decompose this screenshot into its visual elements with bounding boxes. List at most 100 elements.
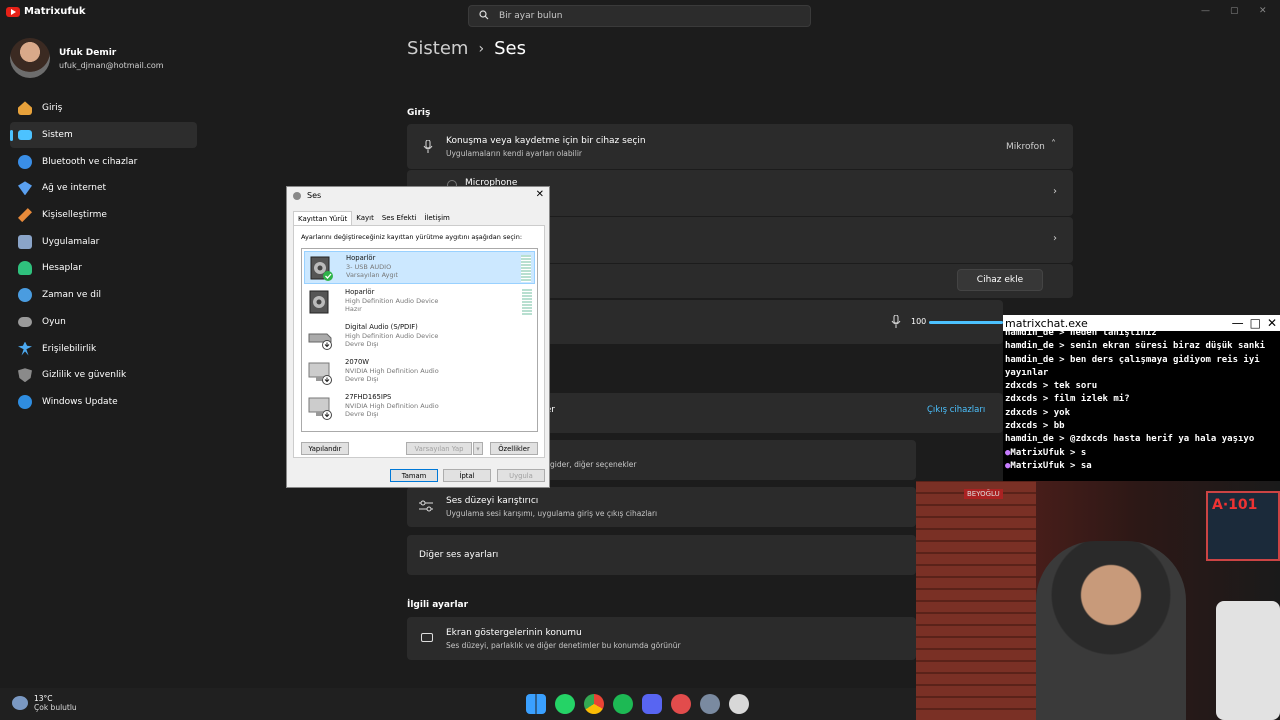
device-item[interactable]: Hoparlör High Definition Audio Device Ha…: [304, 286, 535, 319]
mixer-title: Ses düzeyi karıştırıcı: [446, 496, 539, 506]
sidebar-item-personalization[interactable]: Kişiselleştirme: [10, 202, 197, 229]
close-button[interactable]: ✕: [1259, 6, 1267, 16]
tab-recording[interactable]: Kayıt: [352, 211, 378, 226]
channel-name: Matrixufuk: [24, 6, 86, 17]
chevron-right-icon[interactable]: ›: [1053, 186, 1057, 197]
stream-channel-badge: Matrixufuk: [6, 6, 86, 17]
search-icon: [479, 9, 489, 23]
close-icon[interactable]: ✕: [536, 189, 544, 200]
device-desc: High Definition Audio Device: [345, 297, 439, 305]
device-item[interactable]: 27FHD165IPS NVIDIA High Definition Audio…: [304, 391, 535, 424]
weather-desc: Çok bulutlu: [34, 703, 77, 712]
partial-sub: gider, diğer seçenekler: [550, 460, 637, 469]
sidebar-item-label: Zaman ve dil: [42, 290, 101, 301]
chat-line-text: MatrixUfuk > sa: [1010, 460, 1092, 471]
volume-value: 100: [911, 317, 927, 326]
search-input[interactable]: Bir ayar bulun: [468, 5, 811, 27]
sidebar-item-accessibility[interactable]: Erişilebilirlik: [10, 335, 197, 362]
mixer-icon: [419, 500, 433, 515]
device-name: 27FHD165IPS: [345, 393, 392, 401]
windows-start-icon[interactable]: [526, 694, 546, 714]
configure-button[interactable]: Yapılandır: [301, 442, 349, 455]
chat-line: zdxcds > tek soru: [1005, 381, 1098, 392]
close-icon[interactable]: ✕: [1267, 316, 1277, 330]
maximize-icon[interactable]: □: [1250, 316, 1261, 330]
overlay-position-card[interactable]: Ekran göstergelerinin konumu Ses düzeyi,…: [407, 617, 916, 660]
sidebar-item-apps[interactable]: Uygulamalar: [10, 228, 197, 255]
minimize-icon[interactable]: —: [1232, 316, 1244, 330]
monitor-device-icon: [308, 397, 332, 420]
ok-button[interactable]: Tamam: [390, 469, 438, 482]
sidebar-item-network[interactable]: Ağ ve internet: [10, 175, 197, 202]
sidebar-item-sistem[interactable]: Sistem: [10, 121, 197, 149]
profile-email: ufuk_djman@hotmail.com: [59, 61, 164, 70]
chair: [1216, 601, 1280, 720]
breadcrumb-parent[interactable]: Sistem: [407, 38, 468, 59]
cancel-button[interactable]: İptal: [443, 469, 491, 482]
spdif-icon: [308, 333, 332, 350]
more-sound-settings[interactable]: Diğer ses ayarları: [407, 535, 916, 575]
webcam-feed: BEYOĞLU A·101: [916, 481, 1280, 720]
sidebar-item-label: Erişilebilirlik: [42, 343, 97, 354]
microphone-icon: [891, 314, 901, 332]
playback-panel: Ayarlarını değiştireceğiniz kayıttan yür…: [293, 225, 545, 458]
tab-playback[interactable]: Kayıttan Yürüt: [293, 211, 353, 226]
bluetooth-icon: [18, 154, 32, 169]
sidebar-item-label: Oyun: [42, 316, 66, 327]
sound-app-icon[interactable]: [729, 694, 749, 714]
device-item[interactable]: Hoparlör 3- USB AUDIO Varsayılan Aygıt: [304, 251, 535, 284]
sidebar-item-time-language[interactable]: Zaman ve dil: [10, 282, 197, 309]
sidebar-item-label: Hesaplar: [42, 263, 82, 274]
tab-communications[interactable]: İletişim: [420, 211, 453, 226]
apply-button[interactable]: Uygula: [497, 469, 545, 482]
minimize-button[interactable]: —: [1201, 6, 1210, 16]
maximize-button[interactable]: ▢: [1230, 6, 1239, 16]
chat-line: zdxcds > film izlek mi?: [1005, 394, 1130, 405]
sidebar-item-label: Gizlilik ve güvenlik: [42, 370, 127, 381]
input-device-card[interactable]: Konuşma veya kaydetme için bir cihaz seç…: [407, 124, 1073, 169]
device-name: 2070W: [345, 358, 370, 366]
sidebar-item-bluetooth[interactable]: Bluetooth ve cihazlar: [10, 148, 197, 175]
section-input: Giriş: [407, 108, 431, 118]
device-status: Varsayılan Aygıt: [346, 271, 398, 279]
discord-icon[interactable]: [642, 694, 662, 714]
chevron-down-icon[interactable]: ▾: [473, 442, 483, 455]
device-item[interactable]: Digital Audio (S/PDIF) High Definition A…: [304, 321, 535, 354]
sidebar-item-accounts[interactable]: Hesaplar: [10, 255, 197, 282]
section-related: İlgili ayarlar: [407, 600, 469, 610]
sidebar-item-label: Giriş: [42, 103, 63, 114]
device-status: Hazır: [345, 305, 362, 313]
home-icon: [18, 101, 32, 116]
chevron-up-icon[interactable]: ˄: [1051, 139, 1056, 150]
chrome-icon[interactable]: [584, 694, 604, 714]
dialog-instruction: Ayarlarını değiştireceğiniz kayıttan yür…: [301, 233, 523, 241]
sidebar-item-giris[interactable]: Giriş: [10, 95, 197, 122]
add-device-button[interactable]: Cihaz ekle: [957, 269, 1043, 291]
globe-clock-icon: [18, 288, 32, 303]
properties-button[interactable]: Özellikler: [490, 442, 538, 455]
taskbar-apps: [526, 694, 749, 714]
set-default-button[interactable]: Varsayılan Yap: [406, 442, 472, 455]
device-desc: NVIDIA High Definition Audio: [345, 367, 439, 375]
weather-widget[interactable]: 13°C Çok bulutlu: [12, 694, 77, 712]
volume-slider[interactable]: [929, 321, 1003, 324]
sidebar-item-label: Kişiselleştirme: [42, 210, 107, 221]
spotify-icon[interactable]: [613, 694, 633, 714]
git-icon[interactable]: [671, 694, 691, 714]
sidebar-item-privacy[interactable]: Gizlilik ve güvenlik: [10, 362, 197, 389]
speaker-icon: [309, 290, 329, 314]
wall-sign: BEYOĞLU: [964, 489, 1003, 499]
settings-icon[interactable]: [700, 694, 720, 714]
volume-mixer-card[interactable]: Ses düzeyi karıştırıcı Uygulama sesi kar…: [407, 487, 916, 527]
chevron-right-icon[interactable]: ›: [1053, 233, 1057, 244]
tab-sound-effects[interactable]: Ses Efekti: [378, 211, 421, 226]
gamepad-icon: [18, 316, 32, 327]
weather-temp: 13°C: [34, 694, 53, 703]
sidebar-item-gaming[interactable]: Oyun: [10, 309, 197, 336]
output-devices-link[interactable]: Çıkış cihazları: [927, 405, 985, 415]
chat-line: hamdin_de > senin ekran süresi biraz düş…: [1005, 341, 1266, 352]
sidebar-item-windows-update[interactable]: Windows Update: [10, 389, 197, 416]
device-item[interactable]: 2070W NVIDIA High Definition Audio Devre…: [304, 356, 535, 389]
whatsapp-icon[interactable]: [555, 694, 575, 714]
chat-line: hamdin_de > ben ders çalışmaya gidiyom r…: [1005, 354, 1260, 378]
